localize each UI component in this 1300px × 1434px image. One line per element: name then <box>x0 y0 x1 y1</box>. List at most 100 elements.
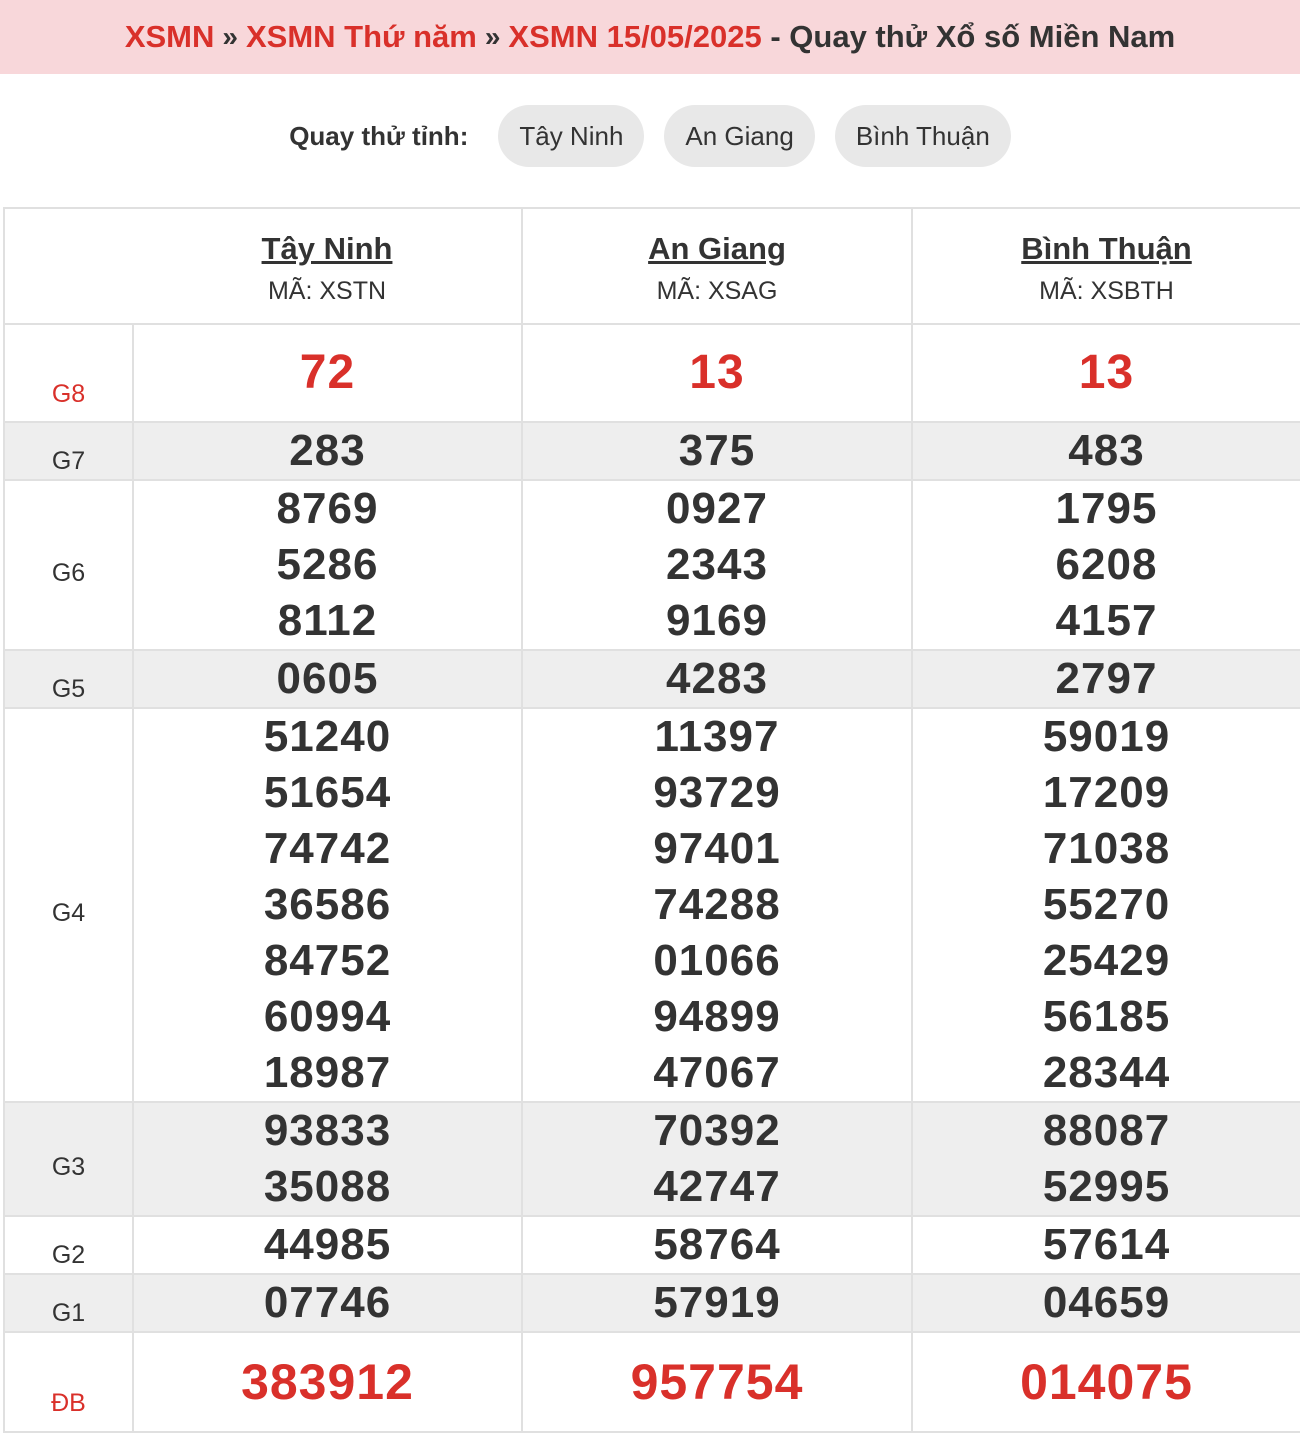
prize-label: G6 <box>3 479 134 651</box>
prize-number: 07746 <box>263 1278 392 1327</box>
province-button-tay-ninh[interactable]: Tây Ninh <box>498 105 645 167</box>
prize-number: 0605 <box>276 654 379 703</box>
prize-number: 35088 <box>263 1162 392 1211</box>
province-link[interactable]: An Giang <box>523 231 911 267</box>
prize-number: 4283 <box>666 654 768 703</box>
prize-cell: 383912 <box>132 1331 523 1433</box>
prize-label: G4 <box>3 707 134 1103</box>
header-corner <box>3 207 133 325</box>
province-link[interactable]: Bình Thuận <box>913 231 1300 267</box>
province-header: Tây Ninh MÃ: XSTN <box>133 207 523 325</box>
prize-number: 9169 <box>666 596 768 645</box>
prize-cell: 13 <box>521 323 913 423</box>
prize-label: G1 <box>3 1273 134 1333</box>
province-selector: Quay thử tỉnh: Tây Ninh An Giang Bình Th… <box>0 104 1300 168</box>
prize-cell: 957754 <box>521 1331 913 1433</box>
prize-cell: 8769 5286 8112 <box>132 479 523 651</box>
prize-number: 13 <box>689 346 745 399</box>
prize-number: 957754 <box>630 1354 804 1410</box>
prize-label: G3 <box>3 1101 134 1217</box>
province-code: MÃ: XSTN <box>267 276 387 305</box>
prize-number: 58764 <box>653 1220 781 1269</box>
prize-number: 60994 <box>263 992 392 1041</box>
prize-cell: 93833 35088 <box>132 1101 523 1217</box>
prize-number: 2797 <box>1055 654 1158 703</box>
prize-cell: 72 <box>132 323 523 423</box>
province-code: MÃ: XSAG <box>656 276 778 305</box>
province-button-binh-thuan[interactable]: Bình Thuận <box>834 105 1011 167</box>
prize-cell: 1795 6208 4157 <box>911 479 1300 651</box>
prize-cell: 4283 <box>521 649 913 709</box>
prize-cell: 51240 51654 74742 36586 84752 60994 18987 <box>132 707 523 1103</box>
prize-number: 74288 <box>653 880 781 929</box>
prize-cell: 58764 <box>521 1215 913 1275</box>
prize-cell: 2797 <box>911 649 1300 709</box>
prize-label: ĐB <box>3 1331 134 1433</box>
prize-cell: 283 <box>132 421 523 481</box>
prize-number: 5286 <box>276 540 379 589</box>
prize-number: 94899 <box>653 992 781 1041</box>
prize-cell: 70392 42747 <box>521 1101 913 1217</box>
prize-number: 4157 <box>1055 596 1158 645</box>
prize-number: 13 <box>1078 346 1135 399</box>
breadcrumb-link-weekday[interactable]: XSMN Thứ năm <box>246 19 477 55</box>
prize-number: 70392 <box>653 1106 781 1155</box>
prize-number: 04659 <box>1042 1278 1171 1327</box>
prize-number: 47067 <box>653 1048 781 1097</box>
prize-number: 483 <box>1068 426 1145 475</box>
page-title: - Quay thử Xổ số Miền Nam <box>761 19 1176 54</box>
prize-number: 25429 <box>1042 936 1171 985</box>
prize-number: 8112 <box>277 596 378 645</box>
breadcrumb-link-date[interactable]: XSMN 15/05/2025 <box>508 19 761 55</box>
prize-number: 59019 <box>1042 712 1171 761</box>
prize-cell: 07746 <box>132 1273 523 1333</box>
prize-cell: 57614 <box>911 1215 1300 1275</box>
breadcrumb-separator: » <box>484 21 501 52</box>
prize-cell: 04659 <box>911 1273 1300 1333</box>
prize-number: 014075 <box>1020 1354 1193 1410</box>
prize-cell: 57919 <box>521 1273 913 1333</box>
prize-number: 8769 <box>276 484 379 533</box>
prize-number: 11397 <box>654 712 780 761</box>
prize-number: 18987 <box>263 1048 392 1097</box>
province-code: MÃ: XSBTH <box>1039 276 1174 305</box>
prize-row-g2: G2 44985 58764 57614 <box>3 1215 1300 1275</box>
prize-number: 6208 <box>1055 540 1158 589</box>
prize-number: 84752 <box>263 936 392 985</box>
prize-label: G2 <box>3 1215 134 1275</box>
prize-number: 383912 <box>241 1354 414 1410</box>
prize-number: 51240 <box>263 712 392 761</box>
prize-cell: 88087 52995 <box>911 1101 1300 1217</box>
prize-number: 71038 <box>1042 824 1171 873</box>
prize-label: G7 <box>3 421 134 481</box>
prize-row-g1: G1 07746 57919 04659 <box>3 1273 1300 1333</box>
prize-label: G8 <box>3 323 134 423</box>
table-header-row: Tây Ninh MÃ: XSTN An Giang MÃ: XSAG Bình… <box>3 207 1300 325</box>
prize-row-g7: G7 283 375 483 <box>3 421 1300 481</box>
prize-number: 52995 <box>1042 1162 1171 1211</box>
prize-cell: 0605 <box>132 649 523 709</box>
prize-number: 17209 <box>1042 768 1171 817</box>
prize-row-db: ĐB 383912 957754 014075 <box>3 1331 1300 1433</box>
prize-row-g6: G6 8769 5286 8112 0927 2343 9169 1795 6208 4157 <box>3 479 1300 651</box>
prize-row-g5: G5 0605 4283 2797 <box>3 649 1300 709</box>
breadcrumb-separator: » <box>222 21 238 52</box>
results-table: Tây Ninh MÃ: XSTN An Giang MÃ: XSAG Bình… <box>3 207 1300 1433</box>
prize-number: 97401 <box>653 824 781 873</box>
province-button-an-giang[interactable]: An Giang <box>664 105 815 167</box>
prize-number: 72 <box>299 346 356 399</box>
prize-number: 2343 <box>666 540 768 589</box>
prize-number: 1795 <box>1055 484 1158 533</box>
prize-row-g4: G4 51240 51654 74742 36586 84752 60994 18987 113… <box>3 707 1300 1103</box>
province-link[interactable]: Tây Ninh <box>133 231 521 267</box>
prize-cell: 13 <box>911 323 1300 423</box>
prize-number: 01066 <box>653 936 781 985</box>
prize-number: 74742 <box>263 824 392 873</box>
selector-label: Quay thử tỉnh: <box>289 120 469 151</box>
breadcrumb-bar: XSMN » XSMN Thứ năm » XSMN 15/05/2025 - … <box>0 0 1300 74</box>
prize-number: 36586 <box>263 880 392 929</box>
prize-number: 57614 <box>1042 1220 1171 1269</box>
prize-number: 88087 <box>1042 1106 1171 1155</box>
prize-cell: 59019 17209 71038 55270 25429 56185 28344 <box>911 707 1300 1103</box>
breadcrumb-link-xsmn[interactable]: XSMN <box>125 19 215 55</box>
